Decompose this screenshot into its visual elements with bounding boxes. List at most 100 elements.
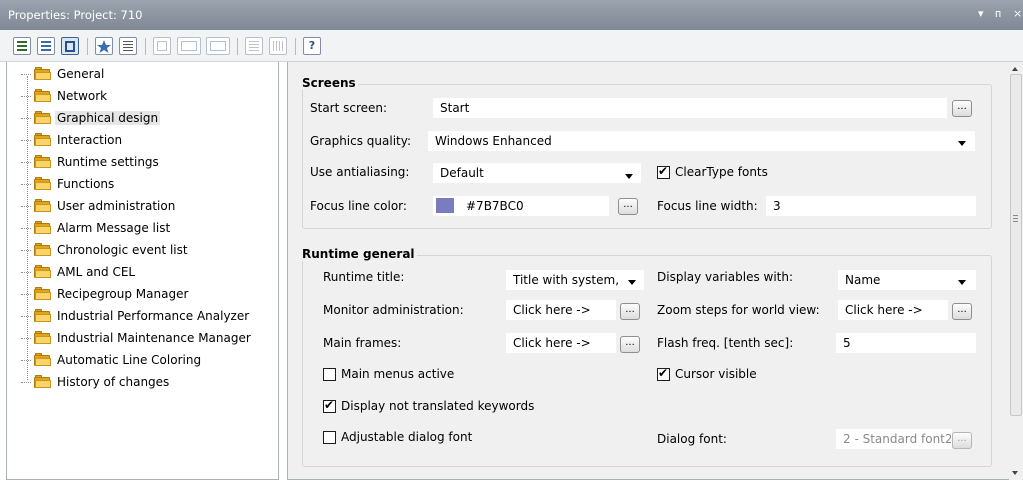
scroll-up-icon[interactable] xyxy=(1012,67,1018,71)
tree-item[interactable]: Chronologic event list xyxy=(21,241,190,259)
collapse-all-icon[interactable] xyxy=(269,37,287,55)
tree-item-label: Alarm Message list xyxy=(57,221,171,235)
chevron-down-icon xyxy=(958,141,966,146)
zoom-steps-browse-button[interactable]: ... xyxy=(952,303,972,320)
screens-group-title: Screens xyxy=(300,76,358,90)
folder-icon xyxy=(34,375,51,388)
tree-item[interactable]: Graphical design xyxy=(21,109,161,127)
grouped-view-icon[interactable] xyxy=(61,37,79,55)
main-frames-field[interactable]: Click here -> xyxy=(506,333,616,353)
help-icon[interactable]: ? xyxy=(303,37,321,55)
expanded-view-icon[interactable] xyxy=(177,37,201,55)
zoom-steps-label: Zoom steps for world view: xyxy=(657,303,820,317)
tree-item[interactable]: Recipegroup Manager xyxy=(21,285,190,303)
cleartype-label: ClearType fonts xyxy=(675,165,768,179)
folder-icon xyxy=(34,177,51,190)
folder-icon xyxy=(34,133,51,146)
favorites-icon[interactable] xyxy=(95,37,113,55)
monitor-admin-field[interactable]: Click here -> xyxy=(506,300,616,320)
tree-item[interactable]: User administration xyxy=(21,197,177,215)
folder-icon xyxy=(34,67,51,80)
zoom-steps-field[interactable]: Click here -> xyxy=(838,300,948,320)
tree-item-label: History of changes xyxy=(57,375,170,389)
tree-item[interactable]: Industrial Performance Analyzer xyxy=(21,307,251,325)
start-screen-browse-button[interactable]: ... xyxy=(952,100,972,117)
collapsed-view-icon[interactable] xyxy=(206,37,230,55)
tree-item-label: Graphical design xyxy=(55,111,161,125)
display-vars-label: Display variables with: xyxy=(657,270,794,284)
start-screen-field[interactable]: Start xyxy=(433,98,947,118)
tree-item[interactable]: General xyxy=(21,65,106,83)
scroll-down-icon[interactable] xyxy=(1012,471,1018,475)
window-title: Properties: Project: 710 xyxy=(8,8,143,22)
folder-icon xyxy=(34,155,51,168)
property-pages-icon[interactable] xyxy=(119,37,137,55)
dialog-font-label: Dialog font: xyxy=(657,432,727,446)
folder-icon xyxy=(34,199,51,212)
title-bar: Properties: Project: 710 ▾ ᴨ × xyxy=(0,0,1023,30)
tree-item-label: General xyxy=(57,67,105,81)
close-icon[interactable]: × xyxy=(1013,7,1022,20)
flash-freq-label: Flash freq. [tenth sec]: xyxy=(657,336,794,350)
tree-item[interactable]: Network xyxy=(21,87,109,105)
runtime-general-group-title: Runtime general xyxy=(300,247,417,261)
flash-freq-field[interactable]: 5 xyxy=(836,333,976,353)
tree-item[interactable]: Functions xyxy=(21,175,116,193)
focus-color-field[interactable]: #7B7BC0 xyxy=(433,196,609,216)
categorized-view-icon[interactable] xyxy=(13,37,31,55)
tree-item[interactable]: Automatic Line Coloring xyxy=(21,351,203,369)
display-vars-select[interactable]: Name xyxy=(838,270,976,290)
tree-item-label: Functions xyxy=(57,177,115,191)
folder-icon xyxy=(34,243,51,256)
folder-icon xyxy=(34,265,51,278)
tree-item-label: Recipegroup Manager xyxy=(57,287,189,301)
main-menus-label: Main menus active xyxy=(341,367,455,381)
folder-icon xyxy=(34,309,51,322)
properties-panel: Screens Start screen: Start ... Graphics… xyxy=(287,62,1009,480)
dialog-font-browse-button: ... xyxy=(952,432,972,449)
vertical-scrollbar[interactable] xyxy=(1009,62,1023,480)
dialog-font-field: 2 - Standard font2 xyxy=(836,429,952,449)
tree-item[interactable]: Runtime settings xyxy=(21,153,161,171)
main-frames-label: Main frames: xyxy=(323,336,402,350)
folder-icon xyxy=(34,331,51,344)
main-menus-checkbox[interactable] xyxy=(323,368,336,381)
focus-color-label: Focus line color: xyxy=(310,199,407,213)
runtime-title-select[interactable]: Title with system, xyxy=(506,270,644,290)
folder-icon xyxy=(34,287,51,300)
focus-width-field[interactable]: 3 xyxy=(766,196,976,216)
expand-all-icon[interactable] xyxy=(245,37,263,55)
tree-item[interactable]: Industrial Maintenance Manager xyxy=(21,329,253,347)
alphabetical-view-icon[interactable] xyxy=(37,37,55,55)
scrollbar-thumb[interactable] xyxy=(1010,74,1022,416)
tree-item-label: Chronologic event list xyxy=(57,243,188,257)
cursor-visible-label: Cursor visible xyxy=(675,367,757,381)
simple-view-icon[interactable] xyxy=(153,37,171,55)
category-tree: General Network Graphical design Interactio… xyxy=(6,62,279,480)
check-icon: ✔ xyxy=(658,366,669,380)
tree-item[interactable]: Alarm Message list xyxy=(21,219,172,237)
monitor-admin-browse-button[interactable]: ... xyxy=(620,303,640,320)
dropdown-icon[interactable]: ▾ xyxy=(978,7,984,20)
tree-item-label: User administration xyxy=(57,199,176,213)
monitor-admin-label: Monitor administration: xyxy=(323,303,464,317)
tree-item[interactable]: Interaction xyxy=(21,131,124,149)
tree-item[interactable]: History of changes xyxy=(21,373,171,391)
chevron-down-icon xyxy=(625,174,633,179)
antialiasing-label: Use antialiasing: xyxy=(310,165,410,179)
focus-width-label: Focus line width: xyxy=(657,199,758,213)
main-frames-browse-button[interactable]: ... xyxy=(620,336,640,353)
chevron-down-icon xyxy=(958,280,966,285)
focus-color-browse-button[interactable]: ... xyxy=(618,198,638,215)
antialiasing-select[interactable]: Default xyxy=(433,163,641,183)
tree-item[interactable]: AML and CEL xyxy=(21,263,137,281)
cleartype-checkbox[interactable]: ✔ xyxy=(657,164,670,179)
color-swatch xyxy=(436,198,454,213)
folder-icon xyxy=(34,89,51,102)
pin-icon[interactable]: ᴨ xyxy=(995,7,1001,20)
graphics-quality-select[interactable]: Windows Enhanced xyxy=(428,131,975,151)
chevron-down-icon xyxy=(628,280,636,285)
cursor-visible-checkbox[interactable]: ✔ xyxy=(657,366,670,381)
display-keywords-checkbox[interactable]: ✔ xyxy=(323,398,336,413)
adjustable-font-checkbox[interactable] xyxy=(323,431,336,444)
